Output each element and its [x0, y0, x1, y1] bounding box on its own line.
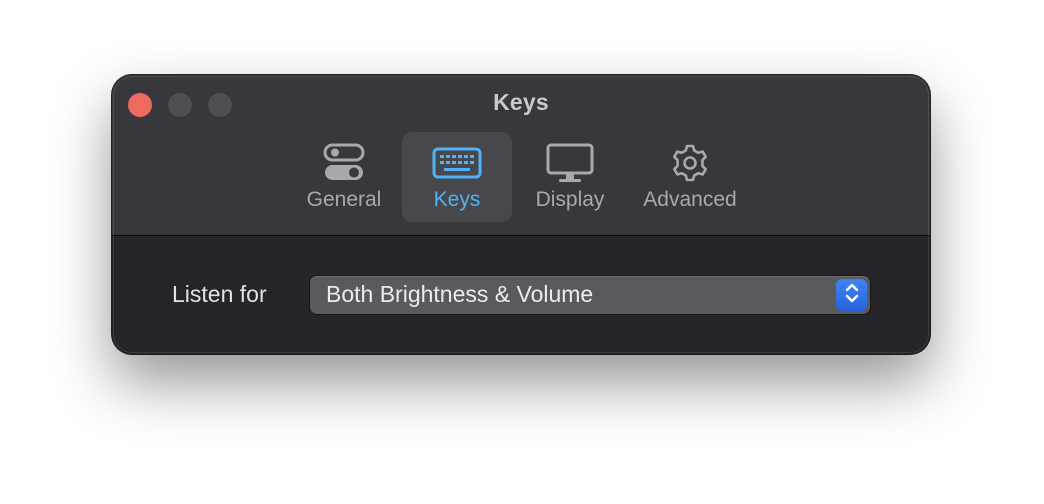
display-icon	[520, 142, 620, 184]
preferences-window: Keys General Keys Display Advanced Liste…	[112, 75, 930, 354]
tab-general[interactable]: General	[294, 132, 394, 222]
keyboard-icon	[402, 142, 512, 184]
listen-for-value: Both Brightness & Volume	[326, 281, 594, 307]
tab-keys[interactable]: Keys	[402, 132, 512, 222]
chevron-up-down-icon	[844, 281, 860, 310]
tab-advanced-label: Advanced	[643, 188, 737, 211]
popup-stepper[interactable]	[836, 279, 867, 311]
tab-display[interactable]: Display	[520, 132, 620, 222]
titlebar: Keys General Keys Display Advanced	[112, 75, 930, 236]
listen-for-popup[interactable]: Both Brightness & Volume	[310, 276, 870, 314]
listen-for-row: Listen for Both Brightness & Volume	[112, 276, 930, 316]
tab-general-label: General	[306, 188, 382, 211]
gear-icon	[630, 142, 750, 184]
tab-display-label: Display	[535, 188, 605, 211]
window-title: Keys	[493, 89, 549, 115]
preferences-toolbar: General Keys Display Advanced	[112, 132, 930, 224]
listen-for-label: Listen for	[172, 281, 267, 307]
desktop-background: Keys General Keys Display Advanced Liste…	[0, 0, 1044, 504]
tab-keys-label: Keys	[433, 188, 481, 211]
tab-advanced[interactable]: Advanced	[630, 132, 750, 222]
toggle-switches-icon	[294, 142, 394, 184]
